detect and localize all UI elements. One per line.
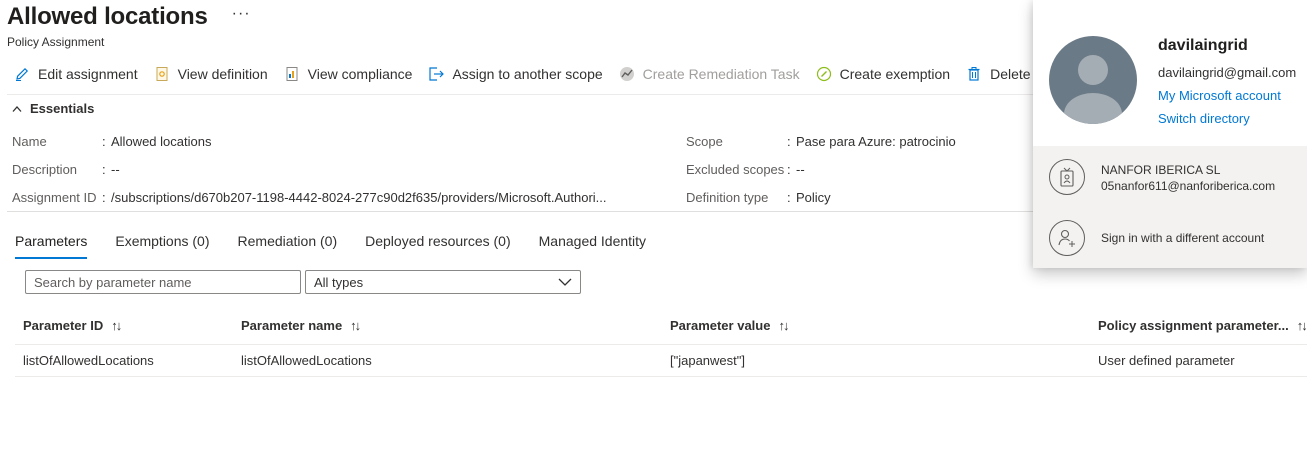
- page-title: Allowed locations: [7, 3, 208, 30]
- my-microsoft-account-link[interactable]: My Microsoft account: [1158, 88, 1281, 103]
- scope-value: Pase para Azure: patrocinio: [796, 134, 956, 149]
- view-definition-button[interactable]: View definition: [154, 66, 268, 82]
- avatar: [1049, 36, 1137, 124]
- page-subtitle: Policy Assignment: [7, 35, 105, 49]
- assignment-id-label: Assignment ID: [12, 190, 97, 205]
- colon: :: [787, 134, 791, 149]
- cell-assignment-parameter: User defined parameter: [1098, 353, 1235, 368]
- assign-scope-label: Assign to another scope: [452, 66, 603, 82]
- name-label: Name: [12, 134, 47, 149]
- person-placeholder-icon: [1064, 55, 1122, 124]
- account-flyout: davilaingrid davilaingrid@gmail.com My M…: [1033, 0, 1307, 268]
- assign-arrow-icon: [429, 67, 445, 81]
- view-definition-label: View definition: [177, 66, 268, 82]
- org-account-name[interactable]: NANFOR IBERICA SL: [1101, 163, 1220, 177]
- tab-bar: Parameters Exemptions (0) Remediation (0…: [15, 233, 674, 259]
- trash-icon: [968, 67, 980, 81]
- tab-parameters[interactable]: Parameters: [15, 233, 88, 259]
- sort-icon: ↑↓: [111, 318, 122, 333]
- title-row: Allowed locations ···: [7, 3, 251, 31]
- description-label: Description: [12, 162, 78, 177]
- definition-type-label: Definition type: [686, 190, 769, 205]
- colon: :: [102, 190, 106, 205]
- description-value: --: [111, 162, 120, 177]
- create-remediation-button[interactable]: Create Remediation Task: [619, 66, 800, 82]
- edit-assignment-label: Edit assignment: [38, 66, 138, 82]
- organization-badge-icon: [1049, 159, 1085, 195]
- edit-assignment-button[interactable]: Edit assignment: [14, 66, 138, 82]
- org-account-email[interactable]: 05nanfor611@nanforiberica.com: [1101, 179, 1275, 193]
- excluded-scopes-label: Excluded scopes: [686, 162, 785, 177]
- cell-parameter-value: ["japanwest"]: [670, 353, 745, 368]
- colon: :: [787, 190, 791, 205]
- exemption-icon: [816, 66, 831, 82]
- account-username: davilaingrid: [1158, 37, 1248, 54]
- assign-scope-button[interactable]: Assign to another scope: [428, 66, 603, 82]
- colon: :: [787, 162, 791, 177]
- tab-managed-identity[interactable]: Managed Identity: [539, 233, 646, 259]
- create-exemption-label: Create exemption: [839, 66, 951, 82]
- create-exemption-button[interactable]: Create exemption: [816, 66, 951, 82]
- column-header-parameter-id[interactable]: Parameter ID ↑↓: [23, 318, 122, 333]
- cell-parameter-id: listOfAllowedLocations: [23, 353, 154, 368]
- sort-icon: ↑↓: [778, 318, 789, 333]
- column-header-label: Parameter ID: [23, 318, 104, 333]
- table-header-divider: [15, 344, 1307, 345]
- command-bar: Edit assignment View definition View com…: [14, 66, 1118, 82]
- pencil-icon: [16, 67, 29, 81]
- view-compliance-button[interactable]: View compliance: [284, 66, 413, 82]
- colon: :: [102, 162, 106, 177]
- cell-parameter-name: listOfAllowedLocations: [241, 353, 372, 368]
- parameter-search-input[interactable]: Search by parameter name: [25, 270, 301, 294]
- sort-icon: ↑↓: [1296, 318, 1307, 333]
- column-header-label: Policy assignment parameter...: [1098, 318, 1289, 333]
- name-value: Allowed locations: [111, 134, 212, 149]
- colon: :: [102, 134, 106, 149]
- type-filter-dropdown[interactable]: All types: [305, 270, 581, 294]
- essentials-toggle[interactable]: Essentials: [12, 101, 94, 116]
- search-placeholder: Search by parameter name: [34, 274, 192, 290]
- column-header-parameter-name[interactable]: Parameter name ↑↓: [241, 318, 361, 333]
- account-email: davilaingrid@gmail.com: [1158, 65, 1297, 80]
- sort-icon: ↑↓: [350, 318, 361, 333]
- compliance-icon: [286, 67, 298, 81]
- definition-icon: [156, 67, 168, 81]
- tab-exemptions[interactable]: Exemptions (0): [115, 233, 209, 259]
- type-filter-value: All types: [314, 274, 364, 290]
- sign-in-different-account-link[interactable]: Sign in with a different account: [1101, 231, 1264, 245]
- create-remediation-label: Create Remediation Task: [642, 66, 800, 82]
- more-options-button[interactable]: ···: [232, 5, 251, 23]
- table-row-divider: [15, 376, 1307, 377]
- tab-deployed-resources[interactable]: Deployed resources (0): [365, 233, 511, 259]
- column-header-label: Parameter value: [670, 318, 771, 333]
- scope-label: Scope: [686, 134, 723, 149]
- column-header-label: Parameter name: [241, 318, 343, 333]
- column-header-parameter-value[interactable]: Parameter value ↑↓: [670, 318, 789, 333]
- essentials-header-label: Essentials: [30, 101, 95, 116]
- chevron-up-icon: [12, 105, 22, 112]
- assignment-id-value: /subscriptions/d670b207-1198-4442-8024-2…: [111, 190, 607, 205]
- remediation-icon: [619, 67, 634, 81]
- add-person-icon[interactable]: [1049, 220, 1085, 256]
- tab-remediation[interactable]: Remediation (0): [238, 233, 338, 259]
- view-compliance-label: View compliance: [307, 66, 413, 82]
- excluded-scopes-value: --: [796, 162, 805, 177]
- switch-directory-link[interactable]: Switch directory: [1158, 111, 1250, 126]
- chevron-down-icon: [558, 278, 572, 286]
- definition-type-value: Policy: [796, 190, 831, 205]
- column-header-assignment-parameter[interactable]: Policy assignment parameter... ↑↓: [1098, 318, 1307, 333]
